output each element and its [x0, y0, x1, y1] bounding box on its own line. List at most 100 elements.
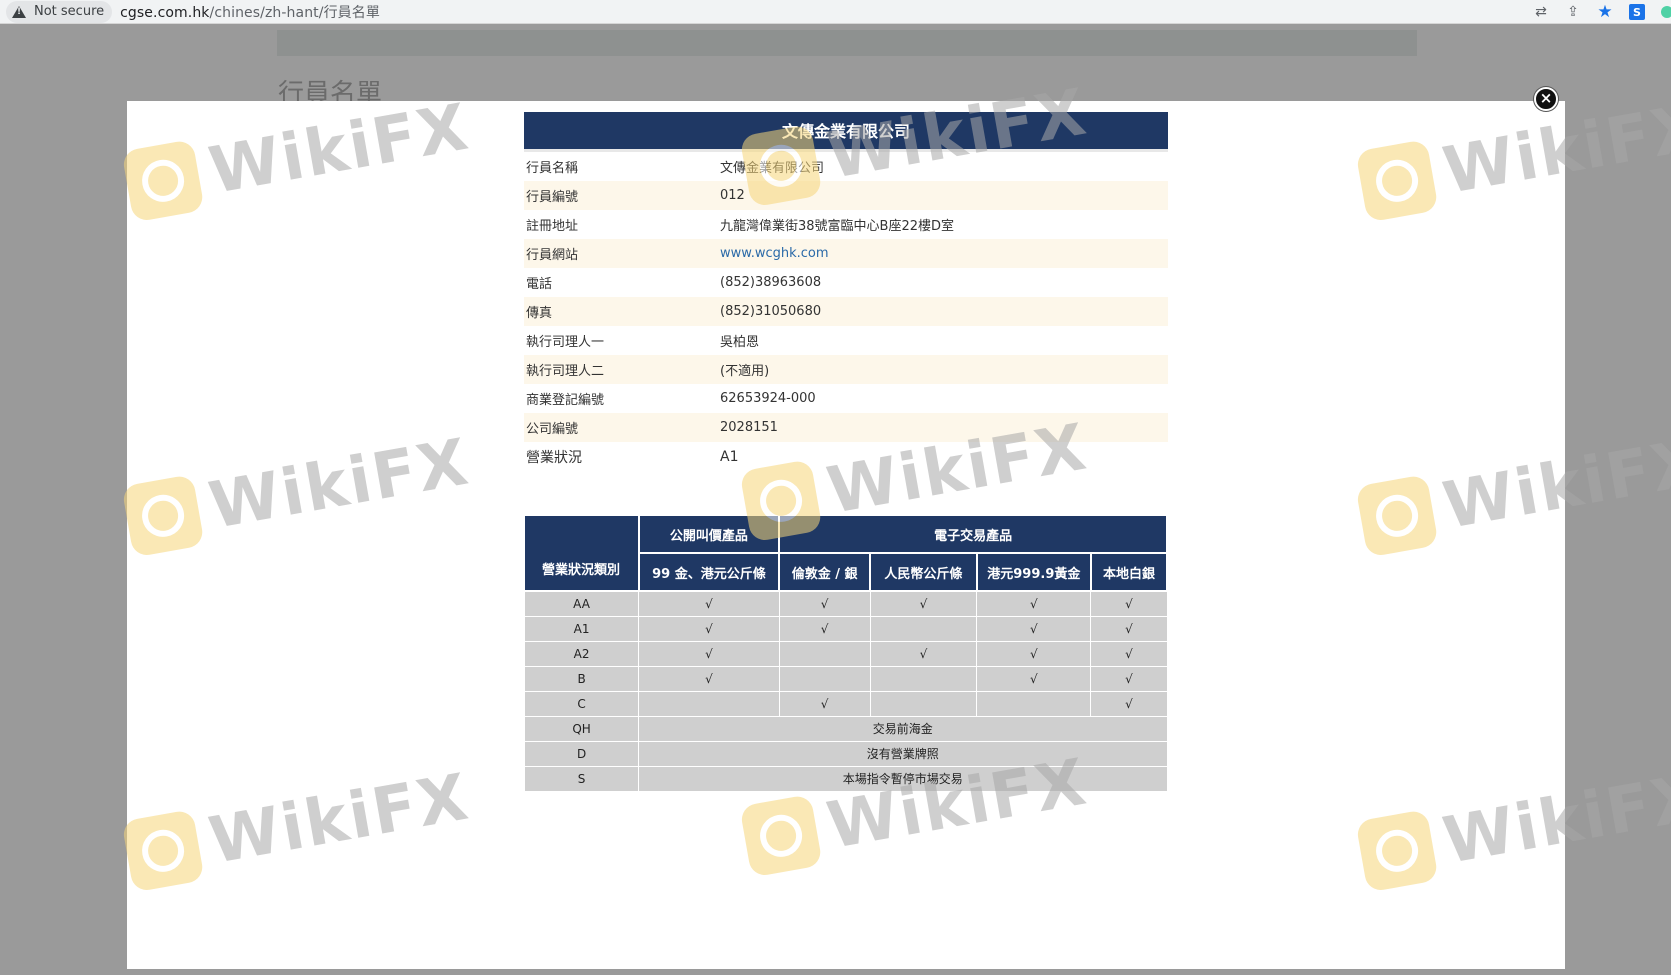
info-row: 註冊地址 九龍灣偉業街38號富臨中心B座22樓D室 [524, 210, 1168, 239]
url-host: cgse.com.hk [120, 4, 210, 21]
company-name-header: 文傳金業有限公司 [524, 112, 1168, 152]
url-path: /chines/zh-hant/行員名單 [209, 4, 380, 21]
product-column-header: 99 金、港元公斤條 [637, 552, 781, 592]
info-value: 九龍灣偉業街38號富臨中心B座22樓D室 [720, 219, 955, 234]
info-row: 傳真 (852)31050680 [524, 297, 1168, 326]
profile-icon[interactable] [1661, 6, 1671, 18]
info-value: 2028151 [718, 413, 1168, 442]
info-key: 執行司理人一 [526, 335, 605, 350]
status-cell [778, 665, 871, 692]
status-cell: √ [1090, 615, 1168, 642]
info-key: 傳真 [524, 297, 718, 326]
status-cell: √ [778, 615, 871, 642]
electronic-trading-group-header: 電子交易產品 [778, 514, 1168, 554]
status-code: AA [523, 590, 640, 617]
status-code: A2 [523, 640, 640, 667]
status-cell: √ [638, 665, 780, 692]
modal-content: 文傳金業有限公司 行員名稱 文傳金業有限公司 行員編號 012 註冊地址 九龍灣偉業街38… [523, 112, 1169, 792]
warning-icon [12, 5, 26, 18]
status-description: 交易前海金 [638, 715, 1168, 742]
info-row: 行員名稱 文傳金業有限公司 [524, 152, 1168, 181]
star-icon[interactable]: ★ [1597, 2, 1613, 22]
status-row: A1 √ √ √ √ [523, 615, 1168, 642]
status-row: AA √ √ √ √ √ [523, 590, 1168, 617]
status-cell: √ [638, 590, 780, 617]
extension-icon[interactable]: S [1629, 4, 1645, 20]
browser-address-bar: Not secure cgse.com.hk/chines/zh-hant/行員… [0, 0, 1671, 24]
info-row: 執行司理人一 吳柏恩 [524, 326, 1168, 355]
info-row: 公司編號 2028151 [524, 413, 1168, 442]
status-cell: √ [869, 640, 978, 667]
status-cell: √ [976, 640, 1092, 667]
website-link[interactable]: www.wcghk.com [720, 246, 829, 261]
status-row: B √ √ √ [523, 665, 1168, 692]
info-row: 行員網站 www.wcghk.com [524, 239, 1168, 268]
member-info-table: 行員名稱 文傳金業有限公司 行員編號 012 註冊地址 九龍灣偉業街38號富臨中心B座22… [524, 152, 1168, 471]
translate-icon[interactable]: ⇄ [1533, 4, 1549, 20]
status-cell: √ [1090, 590, 1168, 617]
status-code: B [523, 665, 640, 692]
status-row: QH 交易前海金 [523, 715, 1168, 742]
status-cell [976, 690, 1092, 717]
close-button[interactable]: × [1534, 87, 1558, 111]
info-key: 行員名稱 [526, 161, 579, 176]
status-cell: √ [1090, 665, 1168, 692]
info-row: 執行司理人二 (不適用) [524, 355, 1168, 384]
info-row: 商業登記編號 62653924-000 [524, 384, 1168, 413]
status-description: 本場指令暫停市場交易 [638, 765, 1168, 792]
status-row: D 沒有營業牌照 [523, 740, 1168, 767]
info-row: 行員編號 012 [524, 181, 1168, 210]
status-row: S 本場指令暫停市場交易 [523, 765, 1168, 792]
info-value: 62653924-000 [720, 391, 816, 406]
status-cell [638, 690, 780, 717]
status-cell: √ [976, 665, 1092, 692]
category-header: 營業狀況類別 [524, 514, 640, 592]
security-indicator[interactable]: Not secure [6, 0, 113, 23]
share-icon[interactable]: ⇪ [1565, 4, 1581, 20]
security-label: Not secure [34, 4, 105, 19]
status-code: S [523, 765, 640, 792]
product-column-header: 本地白銀 [1089, 552, 1169, 592]
status-row: C √ √ [523, 690, 1168, 717]
status-cell: √ [976, 615, 1092, 642]
status-cell [869, 690, 978, 717]
info-key: 行員編號 [524, 181, 718, 210]
product-column-header: 人民幣公斤條 [869, 552, 978, 592]
status-cell [778, 640, 871, 667]
info-key: 營業狀況 [526, 449, 582, 466]
business-status-table: 營業狀況類別 公開叫價產品 電子交易產品 99 金、港元公斤條 倫敦金 / 銀人民… [523, 514, 1169, 792]
status-cell [869, 615, 978, 642]
info-value: 吳柏恩 [720, 335, 760, 350]
status-code: QH [523, 715, 640, 742]
info-key: 行員網站 [524, 239, 718, 268]
status-code: D [523, 740, 640, 767]
info-row: 電話 (852)38963608 [524, 268, 1168, 297]
status-cell: √ [869, 590, 978, 617]
info-key: 執行司理人二 [524, 355, 718, 384]
info-key: 商業登記編號 [526, 393, 605, 408]
status-code: C [523, 690, 640, 717]
status-cell: √ [1090, 640, 1168, 667]
background-banner [277, 30, 1417, 56]
url-field[interactable]: cgse.com.hk/chines/zh-hant/行員名單 [120, 2, 380, 22]
info-key: 公司編號 [524, 413, 718, 442]
status-code: A1 [523, 615, 640, 642]
info-value: 文傳金業有限公司 [720, 161, 825, 176]
status-cell: √ [638, 615, 780, 642]
status-cell: √ [778, 690, 871, 717]
public-outcry-group-header: 公開叫價產品 [637, 514, 781, 554]
status-row: A2 √ √ √ √ [523, 640, 1168, 667]
status-cell: √ [976, 590, 1092, 617]
product-column-header: 倫敦金 / 銀 [778, 552, 872, 592]
status-cell: √ [638, 640, 780, 667]
product-column-header: 港元999.9黃金 [975, 552, 1092, 592]
status-cell [869, 665, 978, 692]
info-key: 電話 [526, 277, 553, 292]
info-value: 012 [718, 181, 1168, 210]
info-value: (不適用) [718, 355, 1168, 384]
info-row: 營業狀況 A1 [524, 442, 1168, 471]
status-description: 沒有營業牌照 [638, 740, 1168, 767]
info-value: (852)31050680 [718, 297, 1168, 326]
info-value: (852)38963608 [720, 275, 822, 290]
status-cell: √ [778, 590, 871, 617]
